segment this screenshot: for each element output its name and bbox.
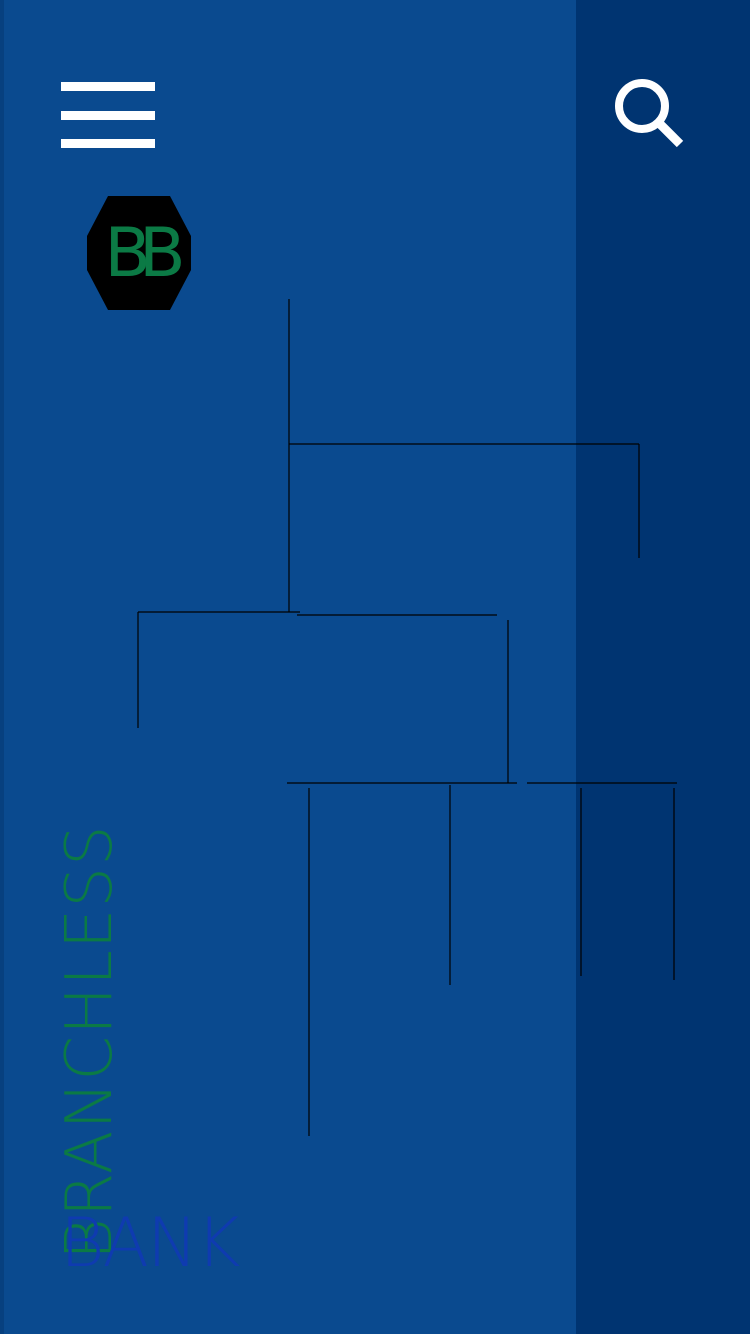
brand-suffix: BANK: [60, 1204, 241, 1283]
